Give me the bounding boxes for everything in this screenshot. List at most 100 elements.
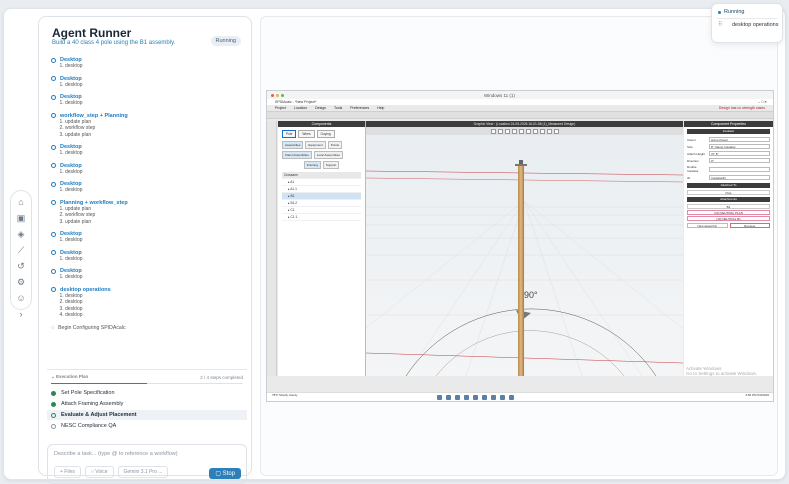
app-title: SPIDAcalc - *New Project* <box>275 100 317 104</box>
task-composer[interactable]: Describe a task... (type @ to reference … <box>47 444 247 484</box>
plan-item[interactable]: NESC Compliance QA <box>47 421 247 431</box>
step-title: workflow_step + Planning <box>60 112 128 119</box>
plan-item-label: Evaluate & Adjust Placement <box>61 412 137 418</box>
step-item: desktop <box>65 274 246 281</box>
prop-key: Size <box>687 144 693 149</box>
component-tab[interactable]: Framing <box>303 161 321 169</box>
step-status-icon <box>51 287 56 292</box>
step-item: desktop <box>65 169 246 176</box>
app-menu-item[interactable]: Design <box>315 106 326 110</box>
attached-to-value[interactable]: Pole <box>687 190 770 195</box>
files-button[interactable]: + Files <box>54 466 81 478</box>
min-dot-icon[interactable] <box>276 93 279 97</box>
props-title: Component Properties <box>684 121 773 127</box>
taskbar-apps[interactable] <box>437 395 514 400</box>
component-tab[interactable]: Local Assemblies <box>313 151 343 159</box>
expand-icon[interactable]: › <box>20 309 23 319</box>
app-menu-item[interactable]: Help <box>377 106 384 110</box>
component-tab[interactable]: Wires <box>298 130 315 138</box>
settings-icon[interactable]: ⚙ <box>17 277 25 287</box>
activate-windows-watermark: Activate Windows Go to Settings to activ… <box>686 366 758 376</box>
voice-button[interactable]: ○ Voice <box>84 466 114 478</box>
component-tab[interactable]: Pole <box>282 130 297 138</box>
tree-item[interactable]: ▸ C1.1 <box>282 214 361 221</box>
step-group: workflow_step + Planningupdate planworkf… <box>51 113 246 139</box>
app-menu-item[interactable]: Location <box>294 106 307 110</box>
step-items: desktop <box>65 169 246 176</box>
prop-value[interactable]: 8" Clamp Insulator <box>709 144 770 149</box>
stop-button[interactable]: ▢ Stop <box>209 468 241 479</box>
step-status-icon <box>51 268 56 274</box>
clock[interactable]: 4:56 PM 5/3/2026 <box>745 393 769 398</box>
component-tab[interactable]: Client Assemblies <box>282 151 312 159</box>
prop-value[interactable]: 37' 8" <box>709 151 770 156</box>
remote-window[interactable]: Windows 11 (1) SPIDAcalc - *New Project*… <box>266 90 774 402</box>
popover-label[interactable]: desktop operations <box>732 22 778 28</box>
prop-value[interactable]: 0° <box>709 158 770 163</box>
close-dot-icon[interactable] <box>271 93 274 97</box>
user-icon[interactable]: ☺ <box>16 293 25 303</box>
step-item: desktop <box>65 312 246 319</box>
tree-item[interactable]: ▸ B1.2 <box>282 200 361 207</box>
app-menu-item[interactable]: Project <box>275 106 286 110</box>
tree-item[interactable]: ▸ C1 <box>282 207 361 214</box>
step-items: desktop <box>65 274 246 281</box>
prop-key: Direction <box>687 158 699 163</box>
attachment-item[interactable]: (10) NEUTRAL PLAN <box>687 210 770 215</box>
component-tab[interactable]: Equipment <box>305 141 326 149</box>
graph-icon[interactable]: ⟋ <box>18 245 24 255</box>
prop-row: ID Insulator#1 <box>684 174 773 181</box>
tree-item[interactable]: ▸ A1.1 <box>282 186 361 193</box>
inbox-icon[interactable]: ▣ <box>17 213 26 223</box>
plan-item[interactable]: Set Pole Specification <box>47 388 247 398</box>
view-toolbar[interactable] <box>366 127 683 135</box>
new-assembly-button[interactable]: New assembly <box>687 223 728 228</box>
step-group: Desktopdesktop <box>51 250 246 263</box>
component-tab[interactable]: Guying <box>316 130 335 138</box>
attachment-item[interactable]: B1 <box>687 204 770 209</box>
prop-value[interactable]: Insulator#1 <box>709 175 770 180</box>
graphic-view[interactable]: Graphic View · (Location 24-05-2026 16-0… <box>366 121 683 376</box>
attachments-header: Attachments <box>687 197 770 202</box>
plan-title[interactable]: ⌄ Execution Plan <box>51 374 88 380</box>
app-menu-item[interactable]: Preferences <box>350 106 369 110</box>
model-select[interactable]: Gemini 3.1 Pro ... <box>117 466 169 478</box>
left-toolbar[interactable] <box>267 121 277 376</box>
prop-value[interactable]: Acme Power <box>709 137 770 142</box>
prop-value[interactable] <box>709 166 770 172</box>
step-status-icon <box>51 250 56 255</box>
plan-item[interactable]: Evaluate & Adjust Placement <box>47 410 247 420</box>
component-tab[interactable]: Assemblies <box>282 141 304 149</box>
plan-item-label: Set Pole Specification <box>61 390 115 396</box>
max-dot-icon[interactable] <box>281 93 284 97</box>
window-controls-icon[interactable]: – □ ✕ <box>758 100 767 104</box>
grip-icon[interactable]: ⠿ <box>718 21 722 28</box>
step-items: desktop <box>65 100 246 107</box>
step-group: desktop operationsdesktopdesktopdesktopd… <box>51 287 246 319</box>
tree-item[interactable]: ▸ B1 <box>282 193 361 200</box>
toolbar-ribbon[interactable] <box>267 111 773 119</box>
composer-input[interactable]: Describe a task... (type @ to reference … <box>54 451 178 457</box>
remove-button[interactable]: Remove <box>729 223 770 228</box>
prop-key: Owner <box>687 137 696 142</box>
attachment-item[interactable]: (10) NEUTRAL B1 <box>687 216 770 221</box>
step-group: Planning + workflow_stepupdate planworkf… <box>51 200 246 226</box>
plan-item[interactable]: Attach Framing Assembly <box>47 399 247 409</box>
step-status-icon <box>51 231 56 237</box>
step-group: Desktopdesktop <box>51 144 246 157</box>
home-icon[interactable]: ⌂ <box>18 197 23 207</box>
attached-to-header: Attached To <box>687 183 770 188</box>
component-tab[interactable]: Points <box>327 141 343 149</box>
step-group: Desktopdesktop <box>51 181 246 194</box>
tree-item[interactable]: ▸ A1 <box>282 179 361 186</box>
execution-plan: ⌄ Execution Plan 2 / 4 steps completed S… <box>47 369 247 433</box>
prop-row: Owner Acme Power <box>684 136 773 143</box>
layers-icon[interactable]: ◈ <box>18 229 25 239</box>
weather-widget[interactable]: 78°F Mostly cloudy <box>272 393 297 398</box>
app-menu-item[interactable]: Tools <box>334 106 342 110</box>
component-tab[interactable]: Support <box>322 161 340 169</box>
step-items: update planworkflow stepupdate plan <box>65 119 246 139</box>
history-icon[interactable]: ↺ <box>17 261 25 271</box>
prop-row: Direction 0° <box>684 157 773 164</box>
plan-item-label: NESC Compliance QA <box>61 423 117 429</box>
